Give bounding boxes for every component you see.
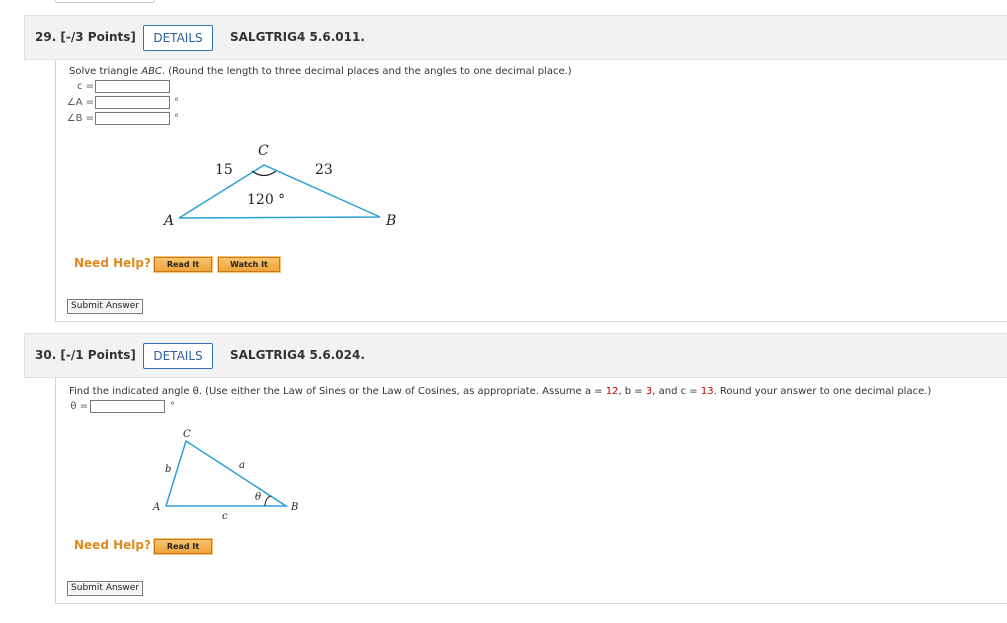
a-value: 12 bbox=[605, 386, 619, 397]
vertex-a-label: A bbox=[152, 502, 160, 513]
details-button[interactable]: DETAILS bbox=[143, 25, 213, 51]
side-a-label: a bbox=[239, 460, 245, 471]
side-ac-label: 15 bbox=[215, 162, 233, 178]
question-prompt: Find the indicated angle θ. (Use either … bbox=[69, 386, 932, 397]
question-29-header: 29. [-/3 Points] DETAILS SALGTRIG4 5.6.0… bbox=[24, 15, 1007, 60]
read-it-button[interactable]: Read It bbox=[153, 256, 213, 273]
degree-unit: ° bbox=[174, 113, 179, 124]
degree-unit: ° bbox=[174, 97, 179, 108]
angle-b-input[interactable] bbox=[95, 112, 170, 125]
need-help-label: Need Help? bbox=[74, 538, 151, 552]
vertex-a-label: A bbox=[162, 213, 174, 228]
angle-c-label: 120 ° bbox=[247, 192, 285, 208]
details-button[interactable]: DETAILS bbox=[143, 343, 213, 369]
c-label: c = bbox=[76, 81, 94, 92]
vertex-b-label: B bbox=[290, 502, 298, 513]
watch-it-button[interactable]: Watch It bbox=[217, 256, 281, 273]
previous-submit-button-edge bbox=[55, 0, 155, 3]
triangle-figure: C b a θ A B c bbox=[152, 429, 298, 521]
question-code: SALGTRIG4 5.6.024. bbox=[230, 348, 365, 362]
question-29-body: Solve triangle ABC. (Round the length to… bbox=[55, 60, 1007, 322]
triangle-shape bbox=[165, 439, 289, 507]
vertex-b-label: B bbox=[385, 213, 396, 228]
angle-a-input[interactable] bbox=[95, 96, 170, 109]
angle-arc bbox=[251, 170, 277, 177]
side-bc-label: 23 bbox=[315, 162, 333, 178]
theta-input[interactable] bbox=[90, 400, 165, 413]
theta-label: θ = bbox=[70, 401, 88, 412]
angle-arc bbox=[264, 495, 272, 507]
question-30-header: 30. [-/1 Points] DETAILS SALGTRIG4 5.6.0… bbox=[24, 333, 1007, 378]
side-b-label: b bbox=[165, 464, 171, 475]
question-prompt: Solve triangle ABC. (Round the length to… bbox=[69, 66, 572, 77]
submit-answer-button[interactable]: Submit Answer bbox=[67, 299, 143, 314]
question-number: 29. [-/3 Points] bbox=[35, 30, 136, 44]
vertex-c-label: C bbox=[183, 429, 191, 440]
triangle-figure: C 15 23 120 ° A B bbox=[162, 143, 396, 228]
theta-angle-label: θ bbox=[255, 492, 261, 503]
c-input[interactable] bbox=[95, 80, 170, 93]
angle-a-label: ∠A = bbox=[66, 97, 94, 108]
read-it-button[interactable]: Read It bbox=[153, 538, 213, 555]
submit-answer-button[interactable]: Submit Answer bbox=[67, 581, 143, 596]
vertex-c-label: C bbox=[258, 143, 269, 159]
question-number: 30. [-/1 Points] bbox=[35, 348, 136, 362]
question-30-body: Find the indicated angle θ. (Use either … bbox=[55, 378, 1007, 604]
question-code: SALGTRIG4 5.6.011. bbox=[230, 30, 365, 44]
angle-b-label: ∠B = bbox=[66, 113, 94, 124]
degree-unit: ° bbox=[170, 401, 175, 412]
c-value: 13 bbox=[700, 386, 714, 397]
side-c-label: c bbox=[222, 511, 228, 521]
need-help-label: Need Help? bbox=[74, 256, 151, 270]
